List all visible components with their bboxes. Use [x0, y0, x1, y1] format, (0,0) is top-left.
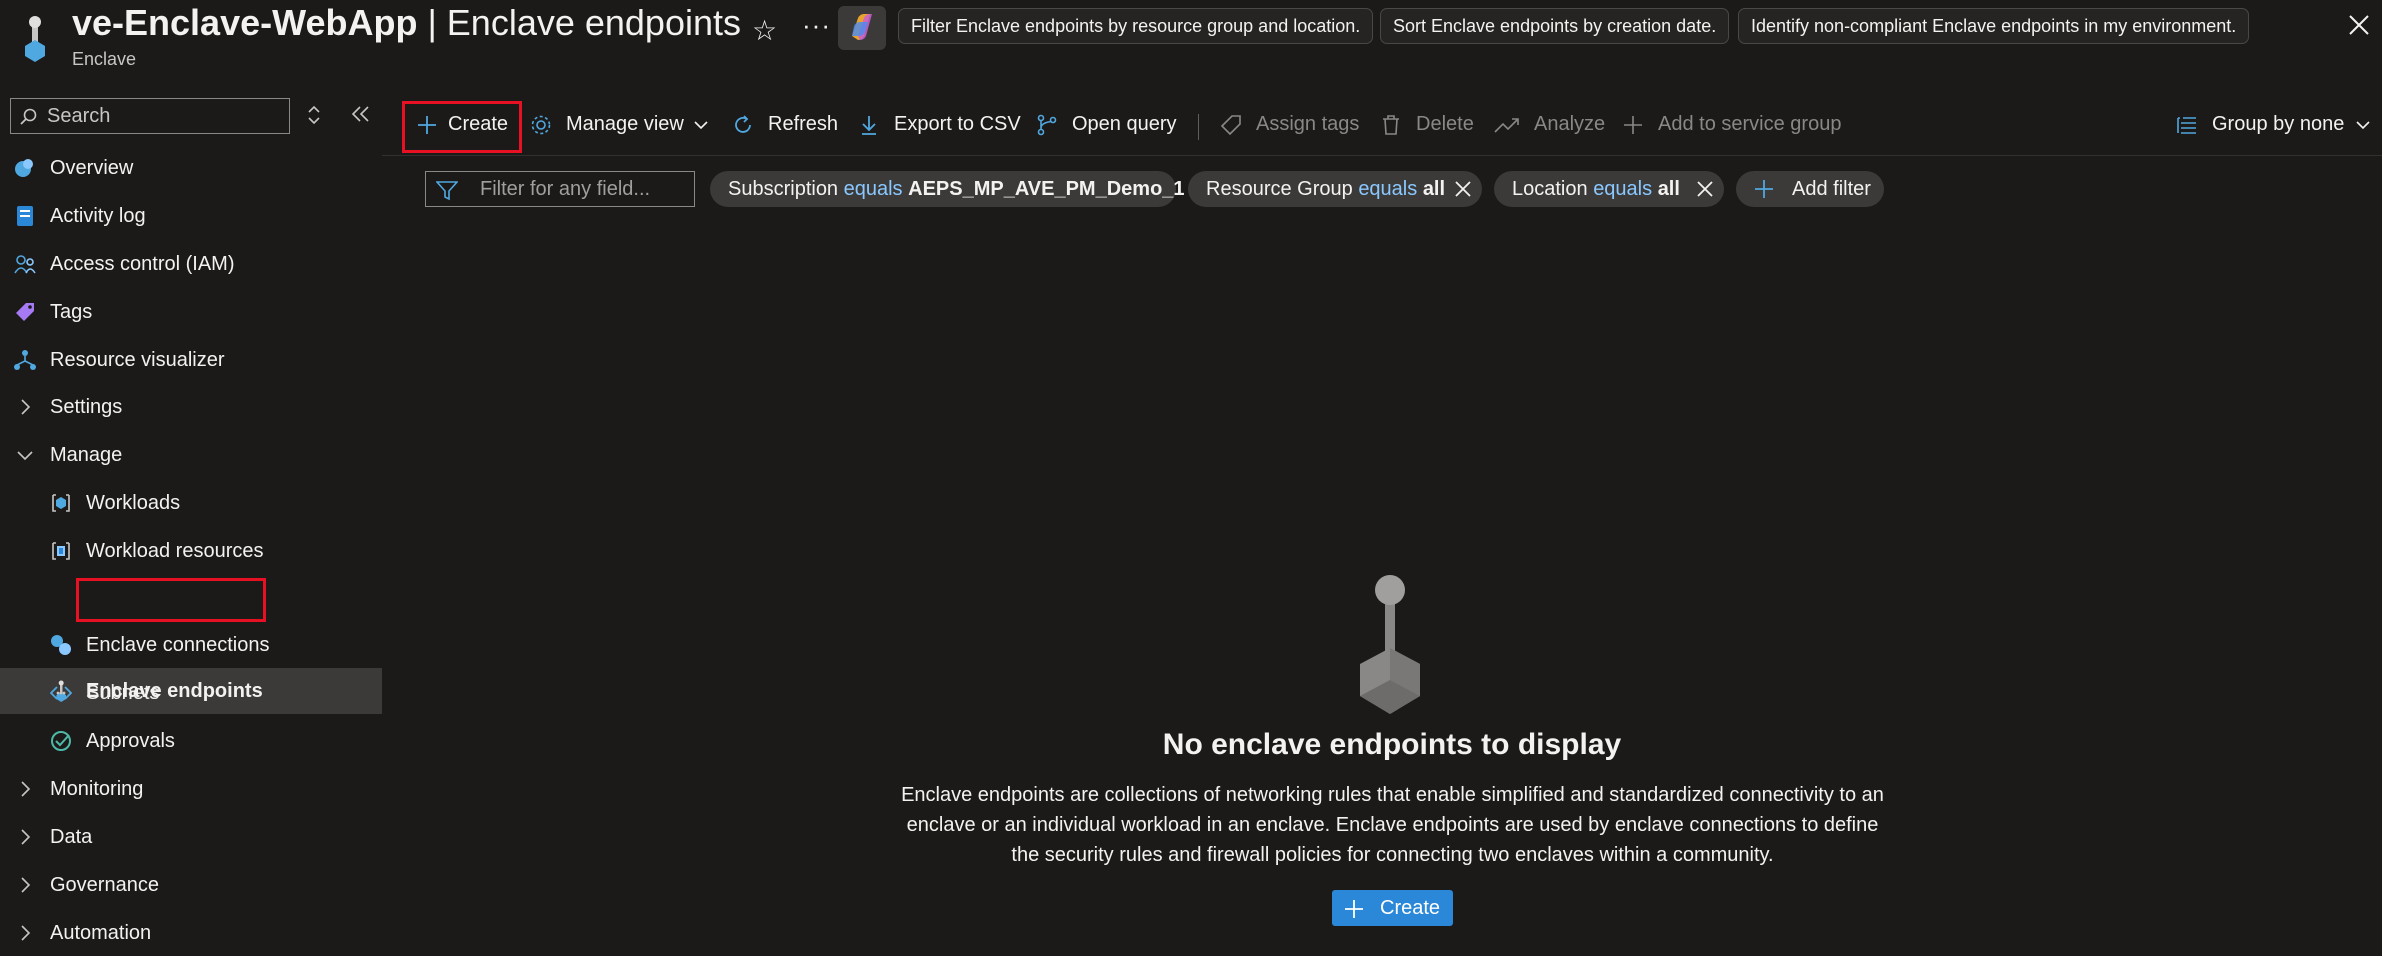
plus-icon — [1624, 116, 1642, 134]
ellipsis-icon[interactable]: ··· — [802, 10, 831, 41]
filter-pill-resource-group[interactable]: Resource Group equals all — [1188, 171, 1482, 207]
filter-pill-location[interactable]: Location equals all — [1494, 171, 1724, 207]
chevron-down-icon — [694, 121, 708, 130]
overview-icon — [15, 159, 33, 177]
page-subtitle: Enclave — [72, 49, 137, 69]
sidebar-group-monitoring[interactable]: Monitoring — [0, 766, 382, 812]
plus-icon — [1345, 900, 1363, 918]
list-icon — [2177, 117, 2196, 134]
sidebar-search[interactable] — [10, 98, 290, 134]
enclave-connections-icon — [51, 635, 71, 655]
filter-box[interactable] — [425, 171, 695, 207]
resource-visualizer-icon — [14, 350, 36, 370]
sidebar-item-tags[interactable]: Tags — [0, 289, 382, 335]
prompt-chip[interactable]: Sort Enclave endpoints by creation date. — [1380, 8, 1730, 44]
export-csv-button[interactable]: Export to CSV — [858, 104, 1021, 144]
activity-log-icon — [17, 206, 33, 226]
tag-icon — [16, 303, 34, 321]
assign-tags-button[interactable]: Assign tags — [1220, 104, 1360, 144]
prompt-chip[interactable]: Filter Enclave endpoints by resource gro… — [898, 8, 1374, 44]
sidebar-group-automation[interactable]: Automation — [0, 910, 382, 956]
query-icon — [1037, 114, 1057, 136]
empty-state-create-button[interactable]: Create — [1332, 890, 1453, 926]
search-input[interactable] — [45, 101, 285, 131]
chevron-right-icon — [21, 781, 31, 797]
search-icon — [20, 108, 37, 125]
filter-icon — [436, 181, 458, 201]
sidebar-group-manage[interactable]: Manage — [0, 432, 382, 478]
highlight-box — [402, 101, 522, 153]
sort-icon[interactable] — [304, 102, 324, 128]
gear-icon — [531, 115, 551, 135]
star-icon[interactable]: ☆ — [752, 14, 777, 47]
toolbar-divider — [382, 155, 2382, 156]
sidebar-item-iam[interactable]: Access control (IAM) — [0, 241, 382, 287]
sidebar-group-governance[interactable]: Governance — [0, 862, 382, 908]
command-bar: Create Manage view Refresh Export to CSV… — [382, 96, 2382, 156]
iam-icon — [14, 255, 36, 274]
group-by-button[interactable]: Group by none — [2176, 104, 2376, 144]
sidebar-item-resource-visualizer[interactable]: Resource visualizer — [0, 337, 382, 383]
tag-icon — [1220, 115, 1241, 136]
page-header: ve-Enclave-WebApp | Enclave endpoints En… — [0, 0, 2382, 92]
chevron-right-icon — [21, 877, 31, 893]
copilot-icon[interactable] — [838, 6, 886, 50]
highlight-box — [76, 578, 266, 622]
sidebar-group-settings[interactable]: Settings — [0, 384, 382, 430]
chevron-right-icon — [21, 829, 31, 845]
plus-icon — [1755, 180, 1773, 198]
enclave-endpoint-logo-icon — [25, 16, 45, 62]
close-icon[interactable] — [1454, 180, 1472, 198]
sidebar-item-overview[interactable]: Overview — [0, 145, 382, 191]
trend-icon — [1494, 118, 1519, 133]
sidebar: Overview Activity log Access control (IA… — [0, 92, 382, 949]
refresh-button[interactable]: Refresh — [732, 104, 842, 144]
chevron-down-icon — [17, 451, 33, 461]
close-icon[interactable] — [2346, 12, 2372, 38]
refresh-icon — [735, 115, 751, 133]
collapse-sidebar-icon[interactable] — [348, 104, 372, 124]
analyze-button[interactable]: Analyze — [1494, 104, 1605, 144]
trash-icon — [1383, 115, 1399, 135]
workloads-icon — [52, 494, 70, 512]
sidebar-item-enclave-connections[interactable]: Enclave connections — [0, 622, 382, 668]
download-icon — [862, 116, 876, 135]
subnet-icon — [50, 686, 72, 700]
page-title: ve-Enclave-WebApp | Enclave endpoints — [72, 2, 741, 43]
sidebar-item-activity-log[interactable]: Activity log — [0, 193, 382, 239]
sidebar-group-data[interactable]: Data — [0, 814, 382, 860]
add-service-group-button[interactable]: Add to service group — [1622, 104, 1852, 144]
open-query-button[interactable]: Open query — [1036, 104, 1177, 144]
close-icon[interactable] — [1696, 180, 1714, 198]
prompt-chip[interactable]: Identify non-compliant Enclave endpoints… — [1738, 8, 2250, 44]
sidebar-item-workloads[interactable]: Workloads — [0, 480, 382, 526]
manage-view-button[interactable]: Manage view — [530, 104, 712, 144]
enclave-endpoint-illustration-icon — [1360, 575, 1420, 714]
filter-input[interactable] — [478, 174, 688, 204]
empty-state-title: No enclave endpoints to display — [1162, 728, 1622, 761]
chevron-right-icon — [21, 925, 31, 941]
add-filter-button[interactable]: Add filter — [1736, 171, 1884, 207]
chevron-down-icon — [2356, 121, 2370, 130]
sidebar-item-subnets[interactable]: Subnets — [0, 670, 382, 716]
workload-resources-icon — [52, 542, 70, 560]
empty-state-description: Enclave endpoints are collections of net… — [901, 784, 1884, 866]
filter-pill-subscription[interactable]: Subscription equals AEPS_MP_AVE_PM_Demo_… — [710, 171, 1185, 207]
toolbar-separator — [1198, 114, 1199, 140]
sidebar-item-workload-resources[interactable]: Workload resources — [0, 528, 382, 574]
delete-button[interactable]: Delete — [1380, 104, 1476, 144]
chevron-right-icon — [21, 399, 31, 415]
